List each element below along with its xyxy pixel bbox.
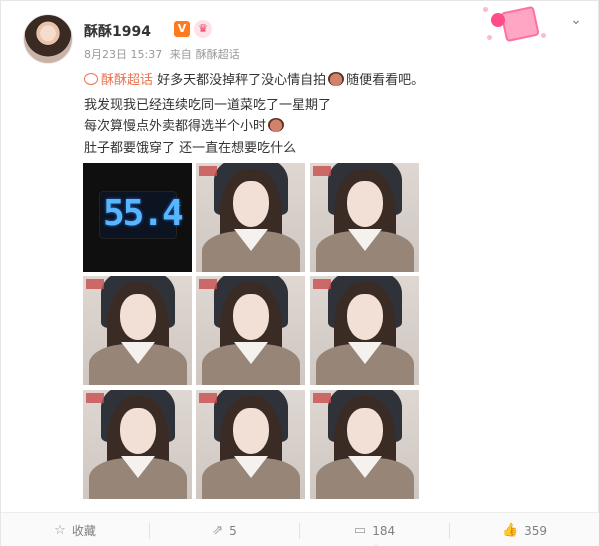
like-button[interactable]: 👍 359 [450, 513, 599, 546]
sparkle-icon [483, 7, 488, 12]
username[interactable]: 酥酥1994 [84, 21, 151, 41]
gift-box-icon [500, 5, 540, 43]
sticker [313, 279, 331, 289]
face [120, 294, 156, 340]
line3-text: 每次算慢点外卖都得选半个小时 [84, 119, 267, 134]
post-text-line-3: 每次算慢点外卖都得选半个小时 [84, 115, 286, 134]
photo-selfie[interactable] [310, 163, 419, 272]
photo-selfie[interactable] [83, 390, 192, 499]
chevron-down-icon[interactable]: ⌄ [567, 11, 585, 29]
photo-selfie[interactable] [310, 390, 419, 499]
repost-icon: ⇗ [212, 523, 224, 538]
photo-scale-reading[interactable]: 55.4 斤 [83, 163, 192, 272]
sticker [199, 393, 217, 403]
sparkle-icon [487, 35, 492, 40]
photo-grid: 55.4 斤 [83, 163, 419, 499]
scale-reading: 55.4 [103, 193, 184, 234]
sticker [86, 279, 104, 289]
repost-button[interactable]: ⇗ 5 [150, 513, 299, 546]
sticker [86, 393, 104, 403]
photo-selfie[interactable] [83, 276, 192, 385]
sparkle-icon [541, 33, 546, 38]
post-meta: 8月23日 15:37 来自 酥酥超话 [84, 46, 244, 62]
comment-count: 184 [372, 523, 396, 538]
sticker [313, 166, 331, 176]
scale-unit: 斤 [173, 202, 181, 211]
post-date[interactable]: 8月23日 15:37 [84, 48, 162, 61]
repost-count: 5 [229, 523, 237, 538]
post-source[interactable]: 酥酥超话 [196, 48, 240, 61]
sticker [313, 393, 331, 403]
face [347, 294, 383, 340]
crown-badge-icon[interactable]: ♛ [194, 20, 212, 38]
face [347, 408, 383, 454]
face [233, 408, 269, 454]
favorite-button[interactable]: ☆ 收藏 [1, 513, 149, 546]
photo-selfie[interactable] [310, 276, 419, 385]
face [347, 181, 383, 227]
topic-icon [84, 73, 98, 85]
photo-selfie[interactable] [196, 163, 305, 272]
line1-tail: 随便看看吧。 [346, 73, 425, 88]
gift-decoration-icon [481, 5, 551, 45]
source-prefix: 来自 [169, 48, 192, 61]
sticker [199, 279, 217, 289]
ribbon-icon [491, 13, 505, 27]
topic-link[interactable]: 酥酥超话 [84, 73, 153, 88]
weibo-post-card: 酥酥1994 V ♛ 8月23日 15:37 来自 酥酥超话 ⌄ 酥酥超话 好多天… [0, 0, 599, 546]
star-icon: ☆ [54, 523, 66, 538]
like-count: 359 [524, 523, 548, 538]
photo-selfie[interactable] [196, 390, 305, 499]
line1-text: 好多天都没掉秤了没心情自拍 [153, 73, 327, 88]
post-text-line-4: 肚子都要饿穿了 还一直在想要吃什么 [84, 141, 297, 156]
face [233, 294, 269, 340]
face-emoji-icon [328, 72, 345, 86]
sticker [199, 166, 217, 176]
action-bar: ☆ 收藏 ⇗ 5 ▭ 184 👍 359 [1, 512, 599, 546]
face-emoji-icon [268, 118, 285, 132]
comment-icon: ▭ [353, 523, 367, 538]
favorite-label: 收藏 [71, 524, 96, 538]
vip-badge-icon[interactable]: V [174, 21, 190, 37]
face [120, 408, 156, 454]
topic-label: 酥酥超话 [101, 73, 154, 88]
thumbs-up-icon: 👍 [501, 523, 519, 538]
comment-button[interactable]: ▭ 184 [300, 513, 449, 546]
face [233, 181, 269, 227]
photo-selfie[interactable] [196, 276, 305, 385]
post-text-line-1: 酥酥超话 好多天都没掉秤了没心情自拍 随便看看吧。 [84, 69, 424, 88]
post-text-line-2: 我发现我已经连续吃同一道菜吃了一星期了 [84, 98, 332, 113]
avatar[interactable] [23, 14, 73, 64]
